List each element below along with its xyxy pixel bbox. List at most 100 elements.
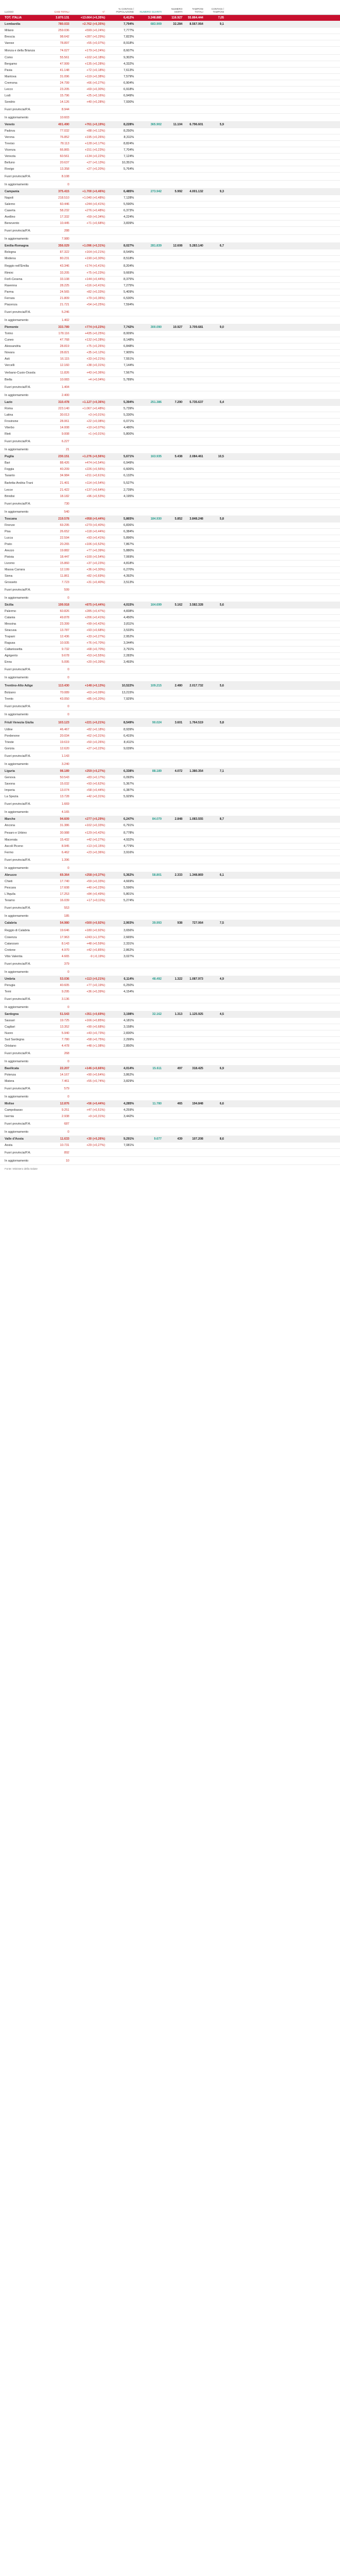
cell-delta: +40 (+0,23%): [86, 886, 105, 890]
cell-casi: 0: [68, 1059, 69, 1063]
cell-casi: 10.935: [59, 641, 69, 645]
table-row: Nuoro 5.940 +43 (+0,73%) 2,830%: [0, 1031, 340, 1037]
cell-delta: +35 (+0,12%): [86, 351, 105, 354]
cell-delta: +500 (+0,92%): [84, 921, 105, 925]
cell-name: In aggiornamento: [5, 393, 29, 397]
cell-delta: +53 (+0,55%): [86, 654, 105, 658]
cell-delta: +27 (+0,20%): [86, 167, 105, 171]
cell-morti: 2.848: [174, 817, 182, 821]
cell-pct: 7,551%: [124, 357, 134, 361]
cell-pct: 6,530%: [124, 297, 134, 300]
cell-casi: 0: [68, 1130, 69, 1134]
table-row: Sassari 19.725 +166 (+0,85%) 4,181%: [0, 1018, 340, 1024]
cell-name: Potenza: [5, 1073, 16, 1077]
cell-name: Gorizia: [5, 747, 14, 751]
cell-casi: 218.510: [58, 196, 69, 200]
cell-name: Caltanissetta: [5, 648, 23, 651]
cell-tamponi: 194.848: [192, 1102, 203, 1106]
table-row: Roma 223.140 +1.067 (+0,48%) 5,739%: [0, 406, 340, 412]
table-row: Pescara 17.608 +40 (+0,23%) 5,596%: [0, 885, 340, 891]
cell-casi: 730: [64, 502, 69, 506]
cell-pct: 5,596%: [124, 886, 134, 890]
cell-name: Cuneo: [5, 338, 14, 342]
cell-casi: 78.113: [60, 142, 69, 145]
cell-tamponi: 3.582.328: [189, 603, 203, 607]
cell-casi: 0: [68, 712, 69, 716]
table-row: Lucca 22.594 +93 (+0,41%) 5,896%: [0, 535, 340, 542]
cell-pct: 4,669%: [124, 880, 134, 883]
cell-casi: 9.732: [61, 648, 69, 651]
cell-casi: 19.725: [59, 1019, 69, 1022]
cell-name: Parma: [5, 290, 14, 294]
cell-morti: 497: [177, 1067, 182, 1070]
table-row: Catania 49.878 +206 (+0,41%) 4,450%: [0, 615, 340, 621]
cell-pct: 5,362%: [124, 873, 134, 877]
cell-pct: 3,862%: [124, 1073, 134, 1077]
cell-delta: +77 (+0,39%): [86, 549, 105, 552]
cell-name: Marche: [5, 817, 16, 821]
cell-delta: +9 (+0,31%): [88, 1115, 105, 1118]
cell-pct: 4,332%: [124, 62, 134, 66]
cell-morti: 5.992: [174, 190, 182, 193]
cell-casi: 1.404: [61, 385, 69, 389]
cell-name: In aggiornamento: [5, 447, 29, 451]
cell-casi: 268: [64, 1051, 69, 1055]
cell-pct: 5,274%: [124, 899, 134, 902]
table-body: TOT. ITALIA 3.870.131 +13.664 (+0,35%) 6,41…: [0, 15, 340, 1165]
cell-pct: 8,250%: [124, 129, 134, 133]
cell-delta: +66 (+0,27%): [86, 81, 105, 85]
region-row: Toscana 219.578 +958 (+0,44%) 5,865% 184.930…: [0, 516, 340, 522]
table-row: Pordenone 20.034 +62 (+0,31%) 6,415%: [0, 733, 340, 740]
cell-casi: 24.799: [59, 81, 69, 85]
cell-pct: 5,409%: [124, 290, 134, 294]
cell-casi: 1.669: [61, 802, 69, 806]
cell-casi: 74.027: [59, 48, 69, 53]
cell-delta: +113 (+0,21%): [85, 977, 105, 981]
cell-casi: 70.089: [59, 691, 69, 695]
region-row: Basilicata 22.207 +146 (+0,66%) 4,014% 15.61…: [0, 1066, 340, 1072]
cell-delta: +90 (+0,68%): [86, 1025, 105, 1029]
cell-delta: +226 (+0,56%): [84, 468, 105, 471]
cell-pct: 3,656%: [124, 928, 134, 932]
table-row: Lodi 15.796 +25 (+0,16%) 6,949%: [0, 93, 340, 99]
cell-casi: 4.478: [61, 1044, 69, 1048]
cell-delta: +4 (+0,04%): [88, 378, 105, 382]
cell-casi: 28.061: [59, 420, 69, 423]
cell-ct: 5,8: [219, 720, 224, 725]
cell-name: Treviso: [5, 142, 15, 145]
cell-delta: +258 (+0,37%): [84, 873, 105, 877]
table-row: In aggiornamento 4.165: [0, 808, 340, 816]
cell-delta: +146 (+0,66%): [84, 1067, 105, 1070]
table-row: In aggiornamento 0: [0, 711, 340, 719]
cell-casi: 8.944: [61, 107, 69, 111]
cell-delta: +435 (+0,25%): [84, 332, 105, 335]
cell-pct: 7,742%: [124, 326, 134, 329]
cell-casi: 12.160: [59, 364, 69, 367]
cell-casi: 4.970: [61, 949, 69, 952]
table-row: Prato 20.265 +106 (+0,52%) 7,867%: [0, 542, 340, 548]
cell-name: In aggiornamento: [5, 970, 29, 974]
table-row: Arezzo 19.882 +77 (+0,39%) 5,880%: [0, 548, 340, 554]
cell-casi: 1.396: [61, 858, 69, 862]
cell-name: Aosta: [5, 1144, 13, 1147]
cell-pct: 4,224%: [124, 215, 134, 219]
table-row: Pesaro e Urbino 30.988 +129 (+0,42%) 8,778%: [0, 829, 340, 837]
table-row: Foggia 40.209 +226 (+0,56%) 6,606%: [0, 466, 340, 473]
cell-casi: 5.095: [61, 660, 69, 664]
cell-pct: 3,513%: [124, 581, 134, 584]
cell-name: Cosenza: [5, 936, 17, 939]
table-row: Bergamo 47.999 +135 (+0,28%) 4,332%: [0, 61, 340, 68]
cell-guariti: 300.090: [150, 326, 162, 329]
cell-delta: +106 (+0,52%): [84, 543, 105, 546]
cell-pct: 6,387%: [124, 789, 134, 792]
cell-casi: 51.543: [59, 1013, 69, 1016]
table-row: Ascoli Piceno 8.945 +13 (+0,15%) 4,779%: [0, 843, 340, 850]
cell-name: In aggiornamento: [5, 182, 29, 186]
cell-pct: 5,764%: [124, 167, 134, 171]
cell-delta: +774 (+0,23%): [84, 326, 105, 329]
cell-pct: 6,949%: [124, 94, 134, 98]
cell-name: Bari: [5, 461, 10, 465]
cell-casi: 19.646: [59, 928, 69, 932]
cell-delta: +54 (+0,25%): [86, 303, 105, 307]
cell-casi: 0: [68, 704, 69, 708]
